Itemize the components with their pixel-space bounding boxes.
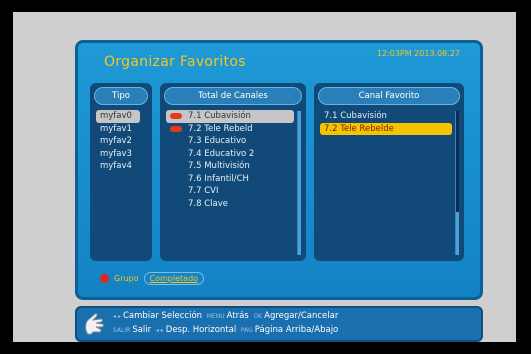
help-exit: Salir	[132, 325, 152, 335]
favorite-item[interactable]: 7.2 Tele Rebelde	[320, 122, 452, 135]
status-badge[interactable]: Completado	[143, 271, 205, 285]
total-channels-list: 7.1 Cubavisión 7.2 Tele Rebeld 7.3 Educa…	[166, 110, 294, 210]
channel-label: 7.4 Educativo 2	[188, 148, 255, 159]
tipo-item-myfav3[interactable]: myfav3	[96, 148, 140, 161]
tipo-item-myfav4[interactable]: myfav4	[96, 160, 140, 173]
channel-item[interactable]: 7.2 Tele Rebeld	[166, 123, 294, 136]
tipo-list: myfav0 myfav1 myfav2 myfav3 myfav4	[96, 110, 140, 173]
help-add-cancel: Agregar/Cancelar	[264, 311, 339, 321]
help-horizontal-scroll: Desp. Horizontal	[165, 325, 237, 335]
help-back: Atrás	[226, 311, 249, 321]
channel-item[interactable]: 7.3 Educativo	[166, 135, 294, 148]
channel-label: 7.5 Multivisión	[188, 161, 250, 171]
channel-item[interactable]: 7.8 Clave	[166, 198, 294, 211]
channel-label: 7.1 Cubavisión	[188, 111, 251, 121]
help-change-selection: Cambiar Selección	[122, 311, 203, 321]
ok-key-icon: OK	[253, 313, 263, 320]
scrollbar-thumb[interactable]	[456, 211, 459, 255]
scrollbar-thumb[interactable]	[298, 111, 301, 255]
organize-favorites-dialog: Organizar Favoritos 12:03PM 2013.08.27 T…	[75, 40, 483, 300]
menu-key-icon: MENU	[206, 313, 225, 320]
help-page-up-down: Página Arriba/Abajo	[254, 325, 339, 335]
channel-item[interactable]: 7.1 Cubavisión	[166, 110, 294, 123]
group-status-row: Grupo Completado	[100, 271, 205, 285]
channel-label: 7.3 Educativo	[188, 136, 247, 146]
left-right-key-icon: ◂ ▸	[113, 313, 121, 320]
channel-label: 7.7 CVI	[188, 186, 219, 196]
group-label: Grupo	[114, 273, 139, 283]
red-button-icon	[100, 273, 109, 283]
tipo-item-myfav2[interactable]: myfav2	[96, 135, 140, 148]
channel-label: 7.2 Tele Rebeld	[188, 123, 253, 134]
favorite-channels-list: 7.1 Cubavisión 7.2 Tele Rebelde	[320, 110, 452, 135]
total-channels-column: Total de Canales 7.1 Cubavisión 7.2 Tele…	[160, 83, 306, 261]
channel-label: 7.8 Clave	[188, 198, 228, 209]
favorite-channels-column: Canal Favorito 7.1 Cubavisión 7.2 Tele R…	[314, 83, 464, 261]
help-line-2: SALIR Salir ◂ ▸ Desp. Horizontal PAG Página…	[111, 325, 338, 335]
left-right-key-icon: ◂ ▸	[155, 327, 164, 334]
favorite-marker-icon	[170, 113, 182, 119]
channel-item[interactable]: 7.5 Multivisión	[166, 160, 294, 173]
help-bar: ◂ ▸ Cambiar Selección MENU Atrás OK Agregar…	[75, 306, 483, 342]
channel-item[interactable]: 7.7 CVI	[166, 185, 294, 198]
tipo-column: Tipo myfav0 myfav1 myfav2 myfav3 myfav4	[90, 83, 152, 261]
help-line-1: ◂ ▸ Cambiar Selección MENU Atrás OK Agregar…	[111, 311, 338, 321]
exit-key-icon: SALIR	[113, 327, 131, 334]
favorite-item[interactable]: 7.1 Cubavisión	[320, 110, 452, 123]
tipo-column-header: Tipo	[94, 87, 148, 105]
channel-label: 7.6 Infantil/CH	[188, 173, 249, 184]
tipo-item-myfav0[interactable]: myfav0	[96, 110, 140, 123]
favorite-marker-icon	[170, 125, 182, 132]
favorite-channels-header: Canal Favorito	[318, 87, 460, 105]
datetime-display: 12:03PM 2013.08.27	[376, 49, 460, 58]
page-title: Organizar Favoritos	[104, 54, 246, 70]
total-channels-header: Total de Canales	[164, 87, 302, 105]
page-key-icon: PAG	[240, 327, 253, 334]
channel-item[interactable]: 7.6 Infantil/CH	[166, 173, 294, 186]
total-channels-scrollbar[interactable]	[297, 111, 301, 255]
favorite-channels-scrollbar[interactable]	[455, 111, 459, 255]
channel-item[interactable]: 7.4 Educativo 2	[166, 148, 294, 161]
tipo-item-myfav1[interactable]: myfav1	[96, 123, 140, 136]
tv-screen: Organizar Favoritos 12:03PM 2013.08.27 T…	[13, 12, 516, 342]
pointing-hand-icon	[85, 313, 104, 335]
